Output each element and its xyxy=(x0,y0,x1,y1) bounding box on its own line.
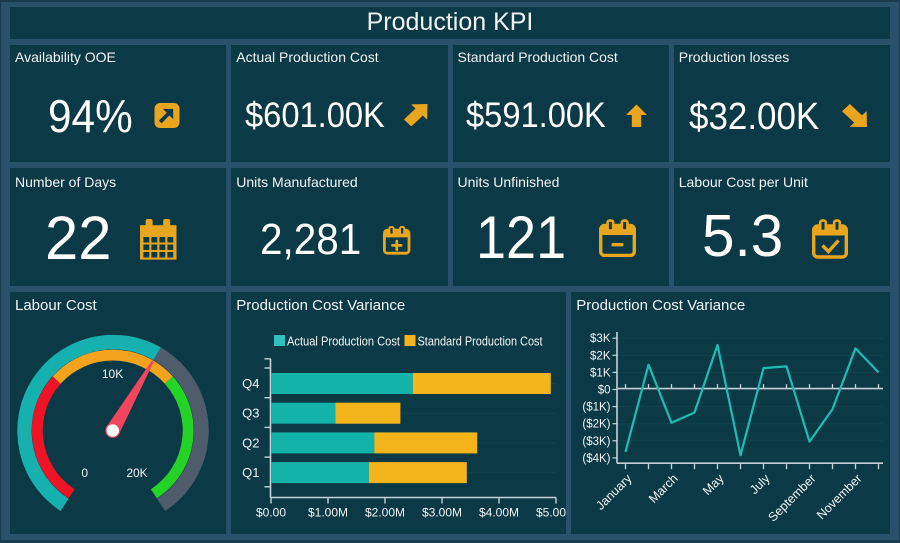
svg-text:$1.00M: $1.00M xyxy=(308,506,348,520)
svg-text:$2.00M: $2.00M xyxy=(365,506,405,520)
svg-text:($1K): ($1K) xyxy=(583,402,611,414)
svg-text:January: January xyxy=(594,471,636,513)
svg-text:$3K: $3K xyxy=(590,333,611,345)
svg-text:$2K: $2K xyxy=(590,350,611,362)
svg-text:March: March xyxy=(646,471,680,505)
svg-text:($2K): ($2K) xyxy=(583,419,611,431)
svg-text:May: May xyxy=(700,471,727,498)
svg-text:20K: 20K xyxy=(126,466,147,480)
svg-text:$5.00M: $5.00M xyxy=(536,506,566,520)
svg-text:($3K): ($3K) xyxy=(583,436,611,448)
svg-text:($4K): ($4K) xyxy=(583,453,611,465)
svg-text:Q2: Q2 xyxy=(242,435,259,450)
svg-text:$1K: $1K xyxy=(590,367,611,379)
svg-text:Q1: Q1 xyxy=(242,465,259,480)
svg-text:10K: 10K xyxy=(102,367,123,381)
svg-text:$0.00: $0.00 xyxy=(256,506,286,520)
svg-text:Q3: Q3 xyxy=(242,406,259,421)
svg-text:$4.00M: $4.00M xyxy=(479,506,519,520)
svg-text:November: November xyxy=(814,471,865,522)
svg-text:Q4: Q4 xyxy=(242,376,259,391)
svg-text:0: 0 xyxy=(81,466,88,480)
svg-text:$3.00M: $3.00M xyxy=(422,506,462,520)
svg-text:September: September xyxy=(766,471,819,524)
svg-text:July: July xyxy=(747,471,773,497)
svg-text:Actual Production Cost: Actual Production Cost xyxy=(287,335,400,349)
svg-text:Standard Production Cost: Standard Production Cost xyxy=(418,335,543,349)
svg-text:$0: $0 xyxy=(598,385,611,397)
